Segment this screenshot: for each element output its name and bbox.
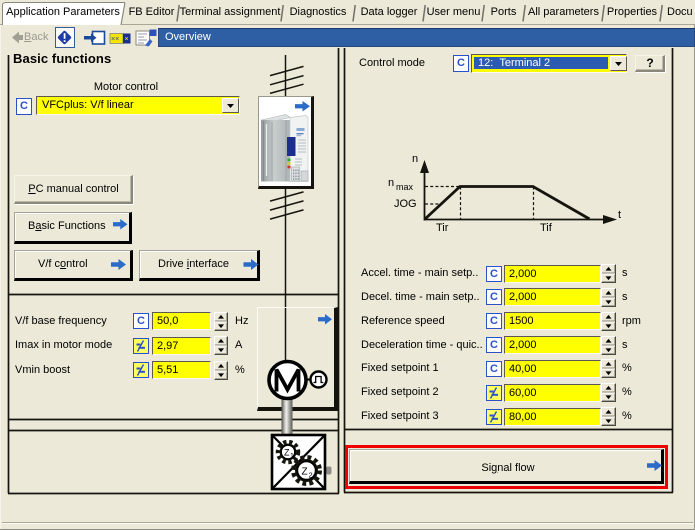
svg-text:××: ×× [111,36,119,43]
svg-text:×: × [125,36,129,43]
